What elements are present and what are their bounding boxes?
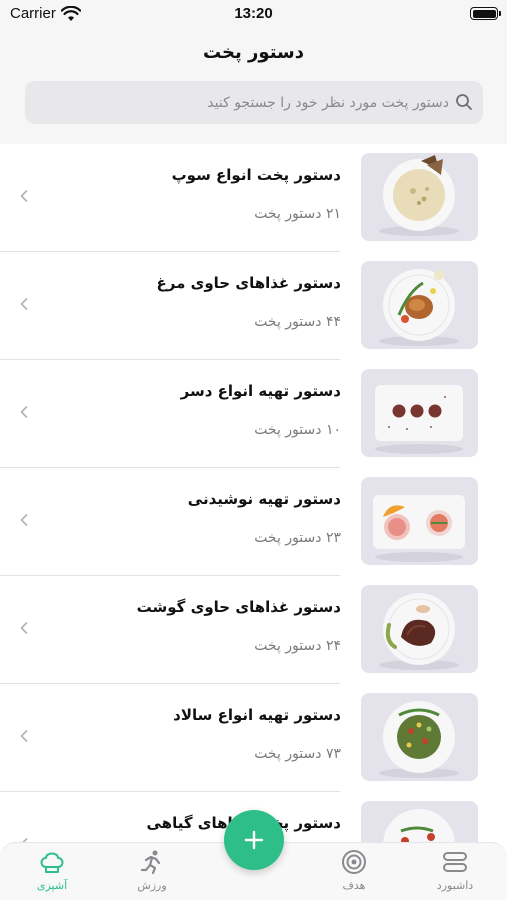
chevron-left-icon bbox=[20, 190, 28, 202]
list-item-count: ۲۴ دستور پخت bbox=[254, 638, 341, 654]
list-item-count: ۷۳ دستور پخت bbox=[254, 746, 341, 762]
list-item-drink[interactable]: دستور تهیه نوشیدنی ۲۳ دستور پخت bbox=[0, 468, 507, 576]
chevron-left-icon bbox=[20, 622, 28, 634]
tab-label: ورزش bbox=[137, 879, 167, 892]
list-item-title: دستور تهیه انواع سالاد bbox=[173, 706, 341, 724]
search-bar[interactable] bbox=[25, 81, 483, 124]
list-item-title: دستور غذاهای حاوی مرغ bbox=[156, 274, 342, 292]
list-item-count: ۴۴ دستور پخت bbox=[254, 314, 341, 330]
list-item-soup[interactable]: دستور پخت انواع سوپ ۲۱ دستور پخت bbox=[0, 144, 507, 252]
list-item-count: ۲۱ دستور پخت bbox=[254, 206, 341, 222]
chevron-left-icon bbox=[20, 406, 28, 418]
list-item-salad[interactable]: دستور تهیه انواع سالاد ۷۳ دستور پخت bbox=[0, 684, 507, 792]
tab-label: داشبورد bbox=[436, 879, 474, 892]
soup-plate-image bbox=[361, 153, 478, 241]
steak-plate-image bbox=[361, 585, 478, 673]
chicken-plate-image bbox=[361, 261, 478, 349]
battery-icon bbox=[470, 7, 501, 20]
chevron-left-icon bbox=[20, 514, 28, 526]
list-item-title: دستور پخت انواع سوپ bbox=[171, 166, 341, 184]
tab-exercise[interactable]: ورزش bbox=[112, 845, 192, 897]
list-item-title: دستور تهیه انواع دسر bbox=[180, 382, 341, 400]
list-item-count: ۲۳ دستور پخت bbox=[254, 530, 341, 546]
header: دستور پخت bbox=[0, 30, 507, 144]
tab-label: آشپزی bbox=[36, 879, 68, 892]
search-icon bbox=[456, 94, 472, 110]
status-bar: Carrier 13:20 bbox=[0, 0, 507, 30]
chef-hat-icon bbox=[40, 852, 64, 873]
dessert-tray-image bbox=[361, 369, 478, 457]
list-item-chicken[interactable]: دستور غذاهای حاوی مرغ ۴۴ دستور پخت bbox=[0, 252, 507, 360]
dashboard-icon bbox=[443, 852, 467, 872]
page-title: دستور پخت bbox=[203, 42, 304, 63]
list-item-count: ۱۰ دستور پخت bbox=[254, 422, 341, 438]
tab-cooking[interactable]: آشپزی bbox=[12, 845, 92, 897]
list-item-title: دستور تهیه نوشیدنی bbox=[187, 490, 341, 508]
vegetable-plate-image bbox=[361, 801, 478, 844]
list-item-meat[interactable]: دستور غذاهای حاوی گوشت ۲۴ دستور پخت bbox=[0, 576, 507, 684]
plus-icon bbox=[244, 830, 264, 850]
tab-label: هدف bbox=[342, 879, 366, 892]
chevron-left-icon bbox=[20, 298, 28, 310]
chevron-left-icon bbox=[20, 730, 28, 742]
target-icon bbox=[342, 850, 366, 874]
clock: 13:20 bbox=[234, 5, 273, 22]
add-button[interactable] bbox=[224, 810, 284, 870]
tab-dashboard[interactable]: داشبورد bbox=[415, 845, 495, 897]
salad-plate-image bbox=[361, 693, 478, 781]
search-input[interactable] bbox=[35, 81, 449, 124]
list-item-dessert[interactable]: دستور تهیه انواع دسر ۱۰ دستور پخت bbox=[0, 360, 507, 468]
drink-tray-image bbox=[361, 477, 478, 565]
running-icon bbox=[140, 850, 161, 875]
category-list[interactable]: دستور پخت انواع سوپ ۲۱ دستور پخت دستور غ… bbox=[0, 144, 507, 844]
list-item-title: دستور غذاهای حاوی گوشت bbox=[136, 598, 341, 616]
tab-goal[interactable]: هدف bbox=[314, 845, 394, 897]
